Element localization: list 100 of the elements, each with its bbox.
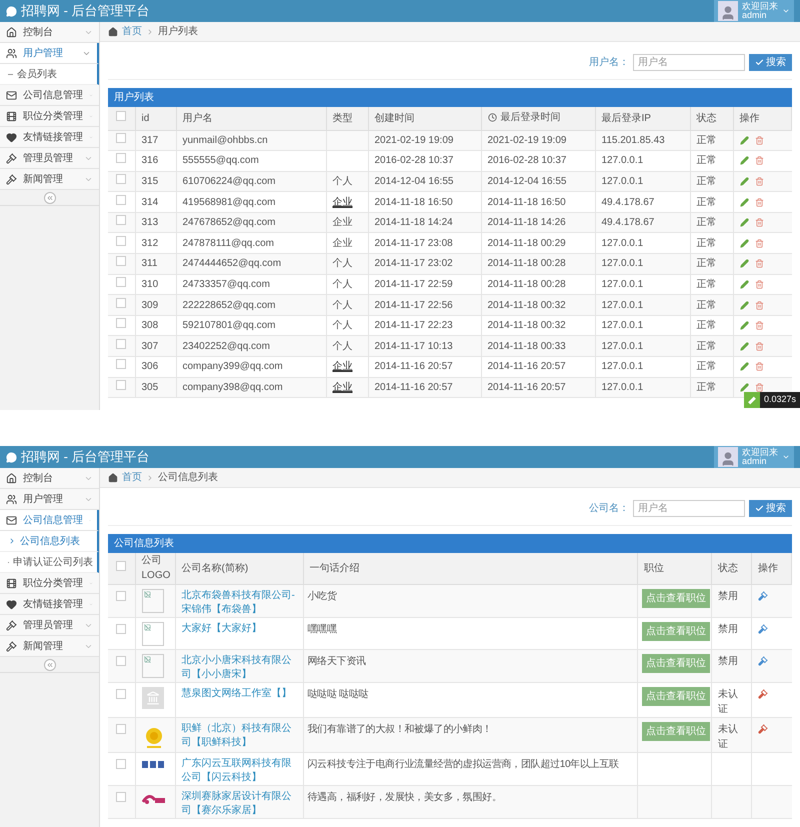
row-checkbox[interactable]: [116, 174, 126, 184]
view-jobs-button[interactable]: 点击查看职位: [642, 686, 710, 706]
company-link[interactable]: 北京布袋兽科技有限公司-宋锦伟【布袋兽】: [182, 588, 296, 616]
edit-icon[interactable]: [740, 300, 748, 310]
view-jobs-button[interactable]: 点击查看职位: [642, 622, 710, 640]
view-jobs-button[interactable]: 点击查看职位: [642, 654, 710, 672]
row-checkbox[interactable]: [116, 132, 126, 143]
type-link[interactable]: 企业: [332, 361, 352, 372]
delete-icon[interactable]: [754, 176, 764, 186]
sidebar-item[interactable]: 公司信息管理: [0, 510, 99, 531]
view-jobs-button[interactable]: 点击查看职位: [642, 588, 710, 608]
row-checkbox[interactable]: [116, 758, 126, 768]
row-checkbox[interactable]: [116, 110, 126, 121]
row-checkbox[interactable]: [116, 590, 126, 600]
delete-icon[interactable]: [754, 280, 764, 289]
row-checkbox[interactable]: [116, 256, 126, 266]
greeting-text: 欢迎回来: [742, 2, 778, 11]
row-checkbox[interactable]: [116, 792, 126, 802]
row-checkbox[interactable]: [116, 276, 126, 287]
gavel-icon[interactable]: [758, 724, 768, 734]
company-link[interactable]: 职鲜（北京）科技有限公司【职鲜科技】: [182, 722, 296, 750]
edit-icon[interactable]: [740, 321, 748, 330]
row-checkbox[interactable]: [116, 215, 126, 226]
submenu-item[interactable]: 申请认证公司列表: [0, 552, 99, 573]
row-checkbox[interactable]: [116, 688, 126, 698]
view-jobs-button[interactable]: 点击查看职位: [642, 722, 710, 740]
edit-icon[interactable]: [740, 218, 748, 228]
delete-icon[interactable]: [754, 382, 764, 392]
table-cell: 127.0.0.1: [602, 340, 644, 352]
type-link[interactable]: 企业: [332, 382, 352, 393]
table-cell: 127.0.0.1: [602, 361, 644, 372]
edit-icon[interactable]: [740, 382, 748, 392]
row-checkbox[interactable]: [116, 153, 126, 164]
company-link[interactable]: 北京小小唐宋科技有限公司【小小唐宋】: [182, 654, 296, 682]
edit-icon[interactable]: [740, 342, 748, 351]
delete-icon[interactable]: [754, 300, 764, 310]
sidebar-item[interactable]: 友情链接管理: [0, 127, 99, 148]
company-link[interactable]: 慧泉图文网络工作室【】: [182, 686, 296, 700]
delete-icon[interactable]: [754, 198, 764, 207]
row-checkbox[interactable]: [116, 624, 126, 634]
delete-icon[interactable]: [754, 218, 764, 228]
sidebar-item[interactable]: 管理员管理: [0, 148, 99, 169]
collapse-button[interactable]: [44, 658, 56, 670]
type-link[interactable]: 企业: [332, 196, 352, 208]
gavel-icon[interactable]: [758, 656, 768, 666]
user-name[interactable]: admin: [742, 11, 778, 20]
search-field[interactable]: 用户名: [633, 54, 745, 71]
row-checkbox[interactable]: [116, 338, 126, 349]
search-button[interactable]: 搜索: [749, 500, 792, 517]
sidebar-item[interactable]: 用户管理: [0, 489, 99, 510]
search-button[interactable]: 搜索: [749, 54, 792, 71]
heart-icon: [6, 132, 17, 142]
sidebar-item[interactable]: 职位分类管理: [0, 106, 99, 127]
delete-icon[interactable]: [754, 362, 764, 372]
row-checkbox[interactable]: [116, 298, 126, 308]
delete-icon[interactable]: [754, 136, 764, 145]
edit-icon[interactable]: [740, 259, 748, 268]
breadcrumb-link[interactable]: 首页: [122, 24, 142, 39]
row-checkbox[interactable]: [116, 380, 126, 390]
delete-icon[interactable]: [754, 156, 764, 166]
gavel-icon[interactable]: [758, 624, 768, 634]
sidebar-item[interactable]: 友情链接管理: [0, 594, 99, 615]
edit-icon[interactable]: [740, 238, 748, 248]
company-link[interactable]: 广东闪云互联网科技有限公司【闪云科技】: [182, 756, 296, 784]
sidebar-item[interactable]: 新闻管理: [0, 169, 99, 190]
row-checkbox[interactable]: [116, 236, 126, 246]
edit-icon[interactable]: [740, 136, 748, 145]
sidebar-item[interactable]: 控制台: [0, 22, 99, 43]
delete-icon[interactable]: [754, 321, 764, 330]
company-link[interactable]: 大家好【大家好】: [182, 622, 296, 636]
edit-icon[interactable]: [740, 280, 748, 289]
row-checkbox[interactable]: [116, 318, 126, 328]
submenu-item[interactable]: 会员列表: [0, 64, 99, 85]
delete-icon[interactable]: [754, 259, 764, 268]
delete-icon[interactable]: [754, 342, 764, 351]
breadcrumb-link[interactable]: 首页: [122, 470, 142, 485]
collapse-button[interactable]: [44, 192, 56, 204]
submenu-item[interactable]: 公司信息列表: [0, 531, 99, 552]
search-field[interactable]: 用户名: [633, 500, 745, 517]
row-checkbox[interactable]: [116, 560, 126, 571]
edit-icon[interactable]: [740, 198, 748, 207]
sidebar-item[interactable]: 公司信息管理: [0, 85, 99, 106]
gavel-icon[interactable]: [758, 688, 768, 698]
row-checkbox[interactable]: [116, 359, 126, 370]
delete-icon[interactable]: [754, 238, 764, 248]
user-name[interactable]: admin: [742, 457, 778, 466]
sidebar-item[interactable]: 控制台: [0, 468, 99, 489]
row-checkbox[interactable]: [116, 724, 126, 734]
sidebar-item[interactable]: 职位分类管理: [0, 573, 99, 594]
edit-icon[interactable]: [740, 156, 748, 166]
sidebar-item[interactable]: 用户管理: [0, 43, 99, 64]
edit-icon[interactable]: [740, 176, 748, 186]
gavel-icon[interactable]: [758, 590, 768, 600]
row-checkbox[interactable]: [116, 194, 126, 205]
edit-icon[interactable]: [740, 362, 748, 372]
sidebar-item[interactable]: 新闻管理: [0, 636, 99, 657]
row-checkbox[interactable]: [116, 656, 126, 666]
table-cell: 正常: [696, 176, 716, 187]
company-link[interactable]: 深圳赛脉家居设计有限公司【赛尔乐家居】: [182, 790, 296, 818]
sidebar-item[interactable]: 管理员管理: [0, 615, 99, 636]
